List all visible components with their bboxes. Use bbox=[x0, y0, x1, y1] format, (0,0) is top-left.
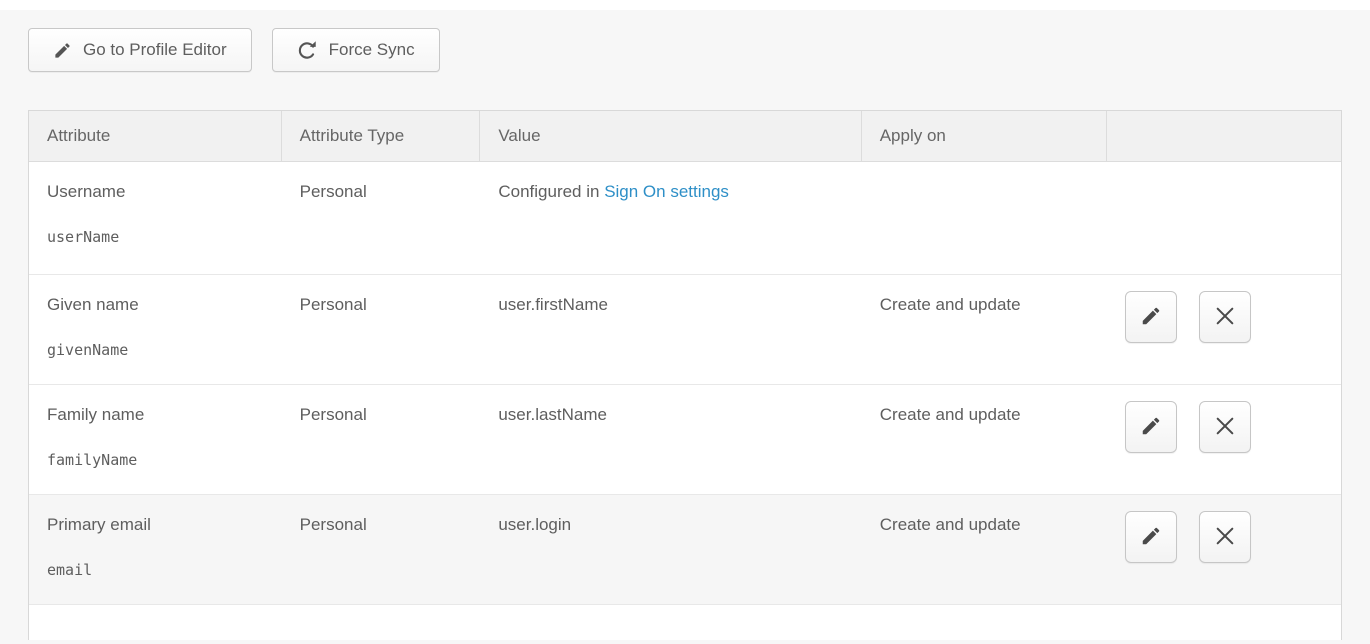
attribute-key: email bbox=[47, 561, 268, 579]
column-header-actions bbox=[1107, 111, 1341, 161]
attribute-key: givenName bbox=[47, 341, 268, 359]
toolbar: Go to Profile Editor Force Sync bbox=[0, 10, 1370, 72]
close-icon bbox=[1214, 305, 1236, 330]
attribute-label: Given name bbox=[47, 295, 268, 315]
attribute-key: userName bbox=[47, 228, 268, 246]
attribute-value: user.lastName bbox=[480, 385, 861, 494]
go-to-profile-editor-label: Go to Profile Editor bbox=[83, 40, 227, 60]
attribute-type: Personal bbox=[282, 162, 481, 274]
value-prefix-text: Configured in bbox=[498, 182, 604, 201]
close-icon bbox=[1214, 525, 1236, 550]
pencil-icon bbox=[53, 41, 72, 60]
apply-on: Create and update bbox=[862, 495, 1108, 604]
table-row-partial bbox=[29, 605, 1341, 640]
row-actions bbox=[1107, 385, 1341, 494]
edit-attribute-button[interactable] bbox=[1125, 291, 1177, 343]
attribute-value: Configured in Sign On settings bbox=[480, 162, 861, 274]
force-sync-label: Force Sync bbox=[329, 40, 415, 60]
table-header: Attribute Attribute Type Value Apply on bbox=[29, 111, 1341, 162]
edit-attribute-button[interactable] bbox=[1125, 511, 1177, 563]
row-actions bbox=[1107, 275, 1341, 384]
table-row-primary-email: Primary email email Personal user.login … bbox=[29, 495, 1341, 605]
refresh-icon bbox=[297, 40, 318, 61]
attribute-mappings-page: Go to Profile Editor Force Sync Attribut… bbox=[0, 10, 1370, 644]
table-row-family-name: Family name familyName Personal user.las… bbox=[29, 385, 1341, 495]
column-header-attribute: Attribute bbox=[29, 111, 282, 161]
column-header-attribute-type: Attribute Type bbox=[282, 111, 481, 161]
delete-attribute-button[interactable] bbox=[1199, 291, 1251, 343]
attribute-type: Personal bbox=[282, 275, 481, 384]
attribute-mappings-table: Attribute Attribute Type Value Apply on … bbox=[28, 110, 1342, 640]
apply-on: Create and update bbox=[862, 275, 1108, 384]
attribute-value: user.firstName bbox=[480, 275, 861, 384]
attribute-label: Primary email bbox=[47, 515, 268, 535]
attribute-label: Username bbox=[47, 182, 268, 202]
edit-attribute-button[interactable] bbox=[1125, 401, 1177, 453]
attribute-label: Family name bbox=[47, 405, 268, 425]
column-header-apply-on: Apply on bbox=[862, 111, 1108, 161]
delete-attribute-button[interactable] bbox=[1199, 401, 1251, 453]
attribute-value: user.login bbox=[480, 495, 861, 604]
delete-attribute-button[interactable] bbox=[1199, 511, 1251, 563]
pencil-icon bbox=[1140, 415, 1162, 440]
go-to-profile-editor-button[interactable]: Go to Profile Editor bbox=[28, 28, 252, 72]
attribute-type: Personal bbox=[282, 385, 481, 494]
row-actions bbox=[1107, 495, 1341, 604]
table-row-given-name: Given name givenName Personal user.first… bbox=[29, 275, 1341, 385]
attribute-type: Personal bbox=[282, 495, 481, 604]
force-sync-button[interactable]: Force Sync bbox=[272, 28, 440, 72]
apply-on bbox=[862, 162, 1108, 274]
row-actions bbox=[1107, 162, 1341, 274]
table-row-username: Username userName Personal Configured in… bbox=[29, 162, 1341, 275]
column-header-value: Value bbox=[480, 111, 861, 161]
pencil-icon bbox=[1140, 305, 1162, 330]
close-icon bbox=[1214, 415, 1236, 440]
sign-on-settings-link[interactable]: Sign On settings bbox=[604, 182, 729, 201]
apply-on: Create and update bbox=[862, 385, 1108, 494]
attribute-key: familyName bbox=[47, 451, 268, 469]
pencil-icon bbox=[1140, 525, 1162, 550]
